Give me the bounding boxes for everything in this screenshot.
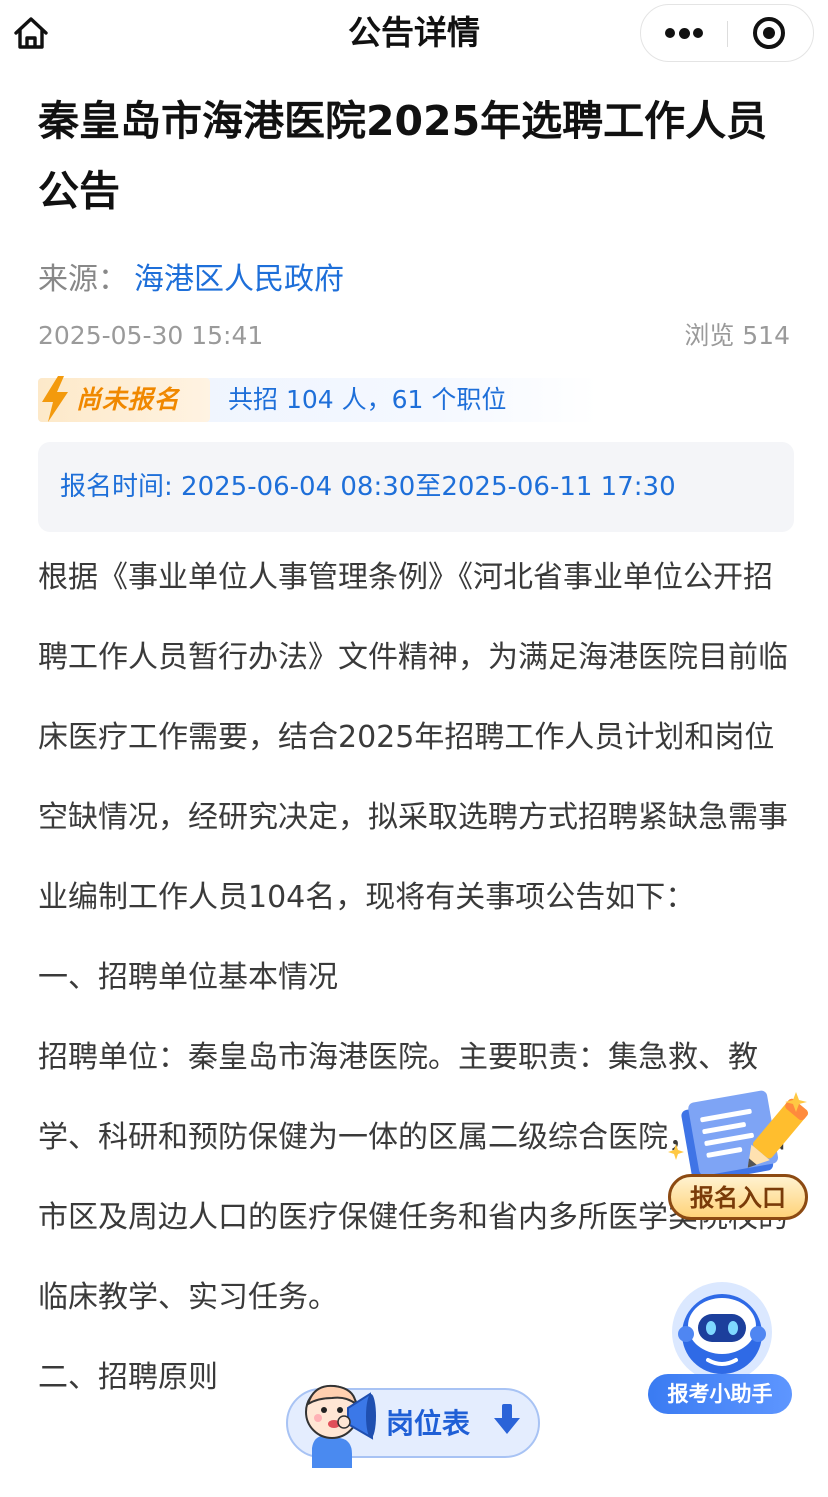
more-dots-icon[interactable] bbox=[641, 5, 727, 61]
exam-assistant-label: 报考小助手 bbox=[667, 1382, 773, 1406]
megaphone-mascot-icon bbox=[305, 1384, 376, 1468]
position-table-label: 岗位表 bbox=[386, 1407, 471, 1440]
position-table-button[interactable]: 岗位表 bbox=[286, 1378, 544, 1478]
registration-time: 报名时间: 2025-06-04 08:30至2025-06-11 17:30 bbox=[60, 472, 676, 502]
lightning-icon bbox=[42, 376, 68, 422]
robot-assistant-icon bbox=[672, 1282, 772, 1382]
section-heading: 一、招聘单位基本情况 bbox=[38, 960, 338, 995]
article-title: 秦皇岛市海港医院2025年选聘工作人员公告 bbox=[38, 97, 768, 215]
source-line: 来源： 海港区人民政府 bbox=[38, 258, 344, 302]
registration-time-box: 报名时间: 2025-06-04 08:30至2025-06-11 17:30 bbox=[38, 442, 794, 532]
status-row: 尚未报名 共招 104 人，61 个职位 bbox=[38, 376, 598, 422]
view-count: 浏览 514 bbox=[684, 321, 790, 350]
source-link[interactable]: 海港区人民政府 bbox=[134, 262, 344, 297]
status-badge-label: 尚未报名 bbox=[76, 385, 181, 414]
body-paragraph: 根据《事业单位人事管理条例》《河北省事业单位公开招聘工作人员暂行办法》文件精神，… bbox=[38, 560, 788, 915]
target-close-icon[interactable] bbox=[729, 5, 813, 61]
signup-entry-button[interactable]: 报名入口 bbox=[664, 1088, 812, 1230]
signup-entry-label: 报名入口 bbox=[690, 1184, 786, 1212]
top-nav-bar: 公告详情 bbox=[0, 0, 828, 66]
status-badge[interactable]: 尚未报名 bbox=[38, 376, 210, 422]
signup-document-pencil-icon bbox=[668, 1090, 808, 1183]
source-label: 来源： bbox=[38, 262, 128, 297]
mini-program-capsule bbox=[640, 4, 814, 62]
capsule-divider bbox=[727, 21, 728, 47]
exam-assistant-button[interactable]: 报考小助手 bbox=[648, 1282, 794, 1422]
recruit-summary: 共招 104 人，61 个职位 bbox=[228, 385, 507, 414]
publish-date: 2025-05-30 15:41 bbox=[38, 321, 264, 350]
download-arrow-icon bbox=[494, 1404, 520, 1434]
